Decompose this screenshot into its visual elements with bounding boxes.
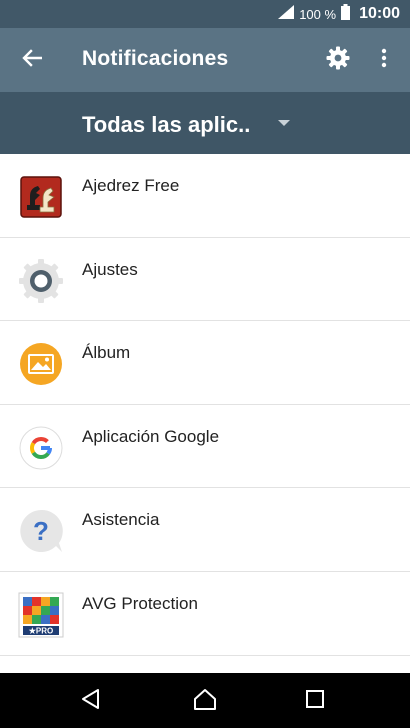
list-item-label: Ajedrez Free [82,176,180,195]
chess-icon [18,174,64,220]
page-title: Notificaciones [82,47,229,70]
help-icon: ? [18,508,64,554]
list-item-aplicacion-google[interactable]: Aplicación Google [0,405,410,489]
back-button[interactable] [14,42,50,78]
gear-icon [326,46,350,75]
caret-down-icon [278,120,290,126]
filter-selected-value: Todas las aplic.. [82,112,251,137]
list-item-label: Álbum [82,343,131,363]
list-item-label: AVG Protection [82,593,198,613]
nav-back-button[interactable] [75,685,107,717]
settings-button[interactable] [320,42,356,78]
album-icon [18,341,64,387]
avg-icon: ★PRO [18,592,64,638]
filter-bar: Todas las aplic.. [0,92,410,154]
list-item-album[interactable]: Álbum [0,321,410,405]
back-triangle-icon [80,688,102,715]
home-icon [193,688,217,715]
list-item-ajedrez-free[interactable]: Ajedrez Free [0,154,410,238]
nav-home-button[interactable] [189,685,221,717]
google-icon [18,425,64,471]
recents-icon [305,689,325,714]
app-filter-dropdown[interactable]: Todas las aplic.. [82,92,312,154]
signal-icon [278,4,295,24]
status-bar: 100 % 10:00 [0,0,410,28]
list-item-asistencia[interactable]: ? Asistencia [0,488,410,572]
list-item-label: Ajustes [82,259,138,279]
avg-pro-badge: ★PRO [29,626,54,635]
list-item-label: Aplicación Google [82,426,220,446]
arrow-left-icon [22,48,43,72]
app-bar: Notificaciones [0,28,410,92]
list-item-avg-protection[interactable]: ★PRO AVG Protection [0,572,410,656]
list-item-label: Asistencia [82,510,160,530]
svg-text:?: ? [33,516,49,546]
clock: 10:00 [359,5,400,22]
list-item-ajustes[interactable]: Ajustes [0,238,410,322]
more-vertical-icon [381,48,387,73]
battery-percent: 100 % [299,6,337,22]
app-list: Ajedrez Free Ajustes Álbum Aplicación Go… [0,154,410,673]
status-indicators: 100 % 10:00 [278,0,400,28]
more-options-button[interactable] [368,42,400,78]
battery-icon [341,3,351,25]
nav-recents-button[interactable] [299,685,331,717]
navigation-bar [0,673,410,728]
settings-app-icon [18,258,64,304]
